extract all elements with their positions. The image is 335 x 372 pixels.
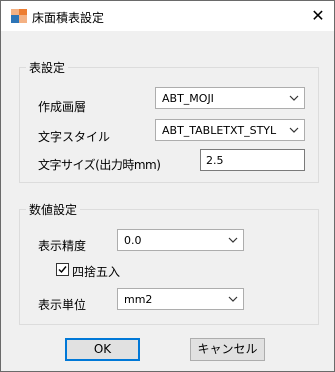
style-value: ABT_TABLETXT_STYL (162, 124, 277, 137)
round-label[interactable]: 四捨五入 (72, 263, 120, 280)
size-value: 2.5 (206, 154, 224, 167)
style-dropdown[interactable]: ABT_TABLETXT_STYL (155, 119, 305, 141)
precision-dropdown[interactable]: 0.0 (117, 229, 244, 251)
close-icon: ✕ (311, 6, 325, 25)
ok-button[interactable]: OK (65, 338, 140, 361)
app-icon (11, 9, 27, 23)
layer-label: 作成画層 (38, 100, 87, 114)
unit-value: mm2 (124, 293, 153, 306)
chevron-down-icon (289, 95, 299, 101)
numeric-settings-legend: 数値設定 (29, 203, 78, 217)
chevron-down-icon (228, 296, 238, 302)
cancel-button[interactable]: キャンセル (190, 338, 265, 361)
unit-dropdown[interactable]: mm2 (117, 288, 244, 310)
checkmark-icon (58, 266, 67, 274)
close-button[interactable]: ✕ (302, 1, 334, 31)
precision-label: 表示精度 (38, 239, 87, 253)
dialog-window: 床面積表設定 ✕ 表設定 作成画層 ABT_MOJI 文字スタイル ABT_TA… (0, 0, 335, 372)
chevron-down-icon (228, 237, 238, 243)
unit-label: 表示単位 (38, 298, 87, 312)
layer-value: ABT_MOJI (162, 92, 214, 105)
precision-value: 0.0 (124, 234, 142, 247)
title-bar[interactable]: 床面積表設定 ✕ (1, 1, 334, 31)
window-title: 床面積表設定 (32, 11, 105, 25)
style-label: 文字スタイル (38, 130, 111, 144)
table-settings-legend: 表設定 (29, 61, 66, 75)
chevron-down-icon (289, 127, 299, 133)
layer-dropdown[interactable]: ABT_MOJI (155, 87, 305, 109)
size-label: 文字サイズ(出力時mm) (38, 158, 161, 172)
size-input[interactable]: 2.5 (200, 149, 305, 171)
round-checkbox[interactable] (56, 263, 69, 276)
